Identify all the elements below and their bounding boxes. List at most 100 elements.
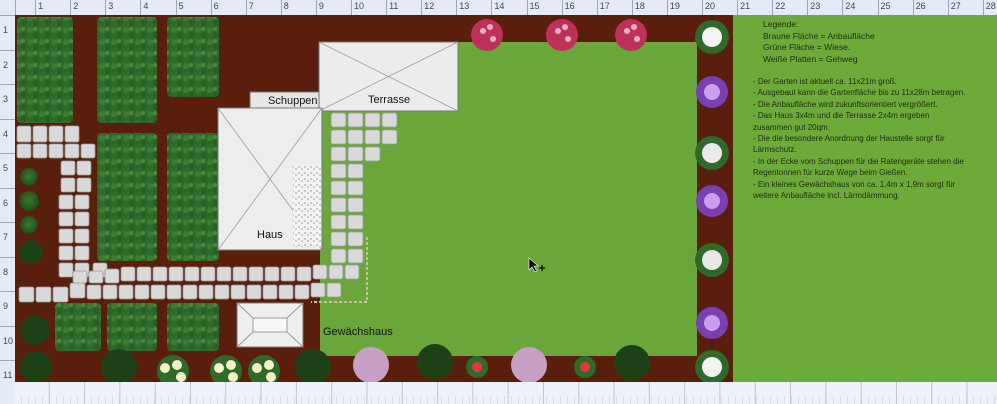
ruler-label: 14 [494,1,505,11]
left-ruler: 1 2 3 4 5 6 7 8 9 10 11 [0,0,16,404]
ruler-tick [596,0,598,15]
ruler-tick [0,153,15,154]
greenhouse-label: Gewächshaus [323,326,393,338]
ruler-label: 6 [213,1,219,11]
ruler-label: 18 [634,1,645,11]
ruler-label: 16 [564,1,575,11]
ruler-tick [947,0,949,15]
ruler-tick [70,0,72,15]
ruler-label: 13 [459,1,470,11]
ruler-tick [807,0,809,15]
note-line: - Der Garten ist aktuell ca. 11x21m groß… [753,77,897,86]
ruler-label: 17 [599,1,610,11]
terrace-label: Terrasse [368,94,411,106]
ruler-label: 20 [705,1,716,11]
ruler-tick [0,118,15,120]
note-line: - In der Ecke vom Schuppen für die Raten… [753,156,964,166]
ruler-tick [0,360,15,361]
ruler-tick [0,49,15,51]
ruler-tick [245,0,247,15]
ruler-label: 10 [3,335,14,346]
ruler-tick [105,0,107,15]
note-line: - Das Haus 3x4m und die Terrasse 2x4m er… [753,111,930,121]
ruler-label: 26 [915,1,926,11]
ruler-tick [0,325,15,327]
ruler-label: 19 [669,1,680,11]
ruler-tick [737,0,739,15]
ruler-label: 28 [985,1,996,11]
ruler-tick [526,0,528,15]
ruler-tick [0,222,15,223]
ruler-label: 24 [845,1,856,11]
ruler-tick [631,0,633,15]
ruler-tick [35,0,37,15]
ruler-label: 12 [424,1,435,11]
greenhouse [236,302,304,348]
ruler-label: 8 [3,266,9,277]
ruler-label: 1 [3,25,9,35]
ruler-tick [0,15,15,16]
ruler-tick [421,0,423,15]
note-line: Lärmschutz. [753,145,797,155]
ruler-tick [491,0,493,15]
note-line: - Die Anbaufläche wird zukunftsorientier… [753,99,938,109]
ruler-label: 2 [73,1,79,11]
ruler-tick [561,0,563,15]
ruler-label: 3 [3,94,9,104]
ruler-tick [0,291,15,292]
house-label: Haus [257,229,283,241]
bottom-scrollbar[interactable] [15,382,997,404]
ruler-label: 10 [354,1,365,11]
ruler-tick [0,256,15,258]
ruler-tick [315,0,317,15]
ruler-label: 11 [389,1,399,11]
ruler-label: 9 [318,1,324,11]
ruler-tick [280,0,282,15]
note-line: - Ein kleines Gewächshaus von ca. 1,4m x… [753,179,956,189]
ruler-tick [912,0,914,15]
ruler-tick [351,0,352,15]
ruler-tick [175,0,177,15]
ruler-label: 22 [775,1,786,11]
legend: Legende: Braune Fläche = Anbaufläche Grü… [763,19,875,65]
ruler-tick [140,0,142,15]
shed-label: Schuppen [268,95,318,107]
note-line: weitere Anbaufläche incl. Lärmdämmung. [753,191,900,201]
ruler-label: 11 [3,370,13,380]
legend-line: Braune Fläche = Anbaufläche [763,30,875,41]
ruler-tick [877,0,879,15]
ruler-tick [210,0,212,15]
ruler-tick [702,0,703,15]
legend-line: Grüne Fläche = Wiese. [763,42,851,52]
ruler-label: 21 [740,1,751,11]
ruler-label: 2 [3,59,9,70]
note-line: - Die die besondere Anordnung der Hauste… [753,134,945,144]
ruler-tick [0,187,15,189]
ruler-label: 1 [38,1,44,11]
ruler-label: 23 [810,1,821,11]
ruler-label: 8 [283,1,289,11]
legend-line: Weiße Platten = Gehweg [763,53,858,64]
note-line: - Ausgebaut kann die Gartenfläche bis zu… [753,88,966,98]
ruler-label: 4 [143,1,149,11]
ruler-label: 7 [3,232,9,242]
ruler-label: 7 [248,1,254,11]
ruler-tick [0,84,15,85]
ruler-label: 4 [3,128,9,139]
ruler-tick [842,0,844,15]
ruler-label: 15 [529,1,540,11]
top-ruler: 0123456789101112131415161718192021222324… [0,0,997,16]
note-line: zusammen gut 20qm. [753,122,830,132]
ruler-label: 27 [950,1,961,11]
ruler-label: 3 [108,1,114,11]
ruler-tick [666,0,668,15]
ruler-tick [982,0,984,15]
notes-text: - Der Garten ist aktuell ca. 11x21m groß… [753,76,989,201]
ruler-label: 5 [3,163,9,173]
ruler-label: 6 [3,197,9,208]
ruler-tick [456,0,458,15]
ruler-label: 5 [178,1,184,11]
ruler-tick [772,0,774,15]
note-line: Regentonnen für kurze Wege beim Gießen. [753,168,908,178]
legend-title: Legende: [763,19,799,29]
